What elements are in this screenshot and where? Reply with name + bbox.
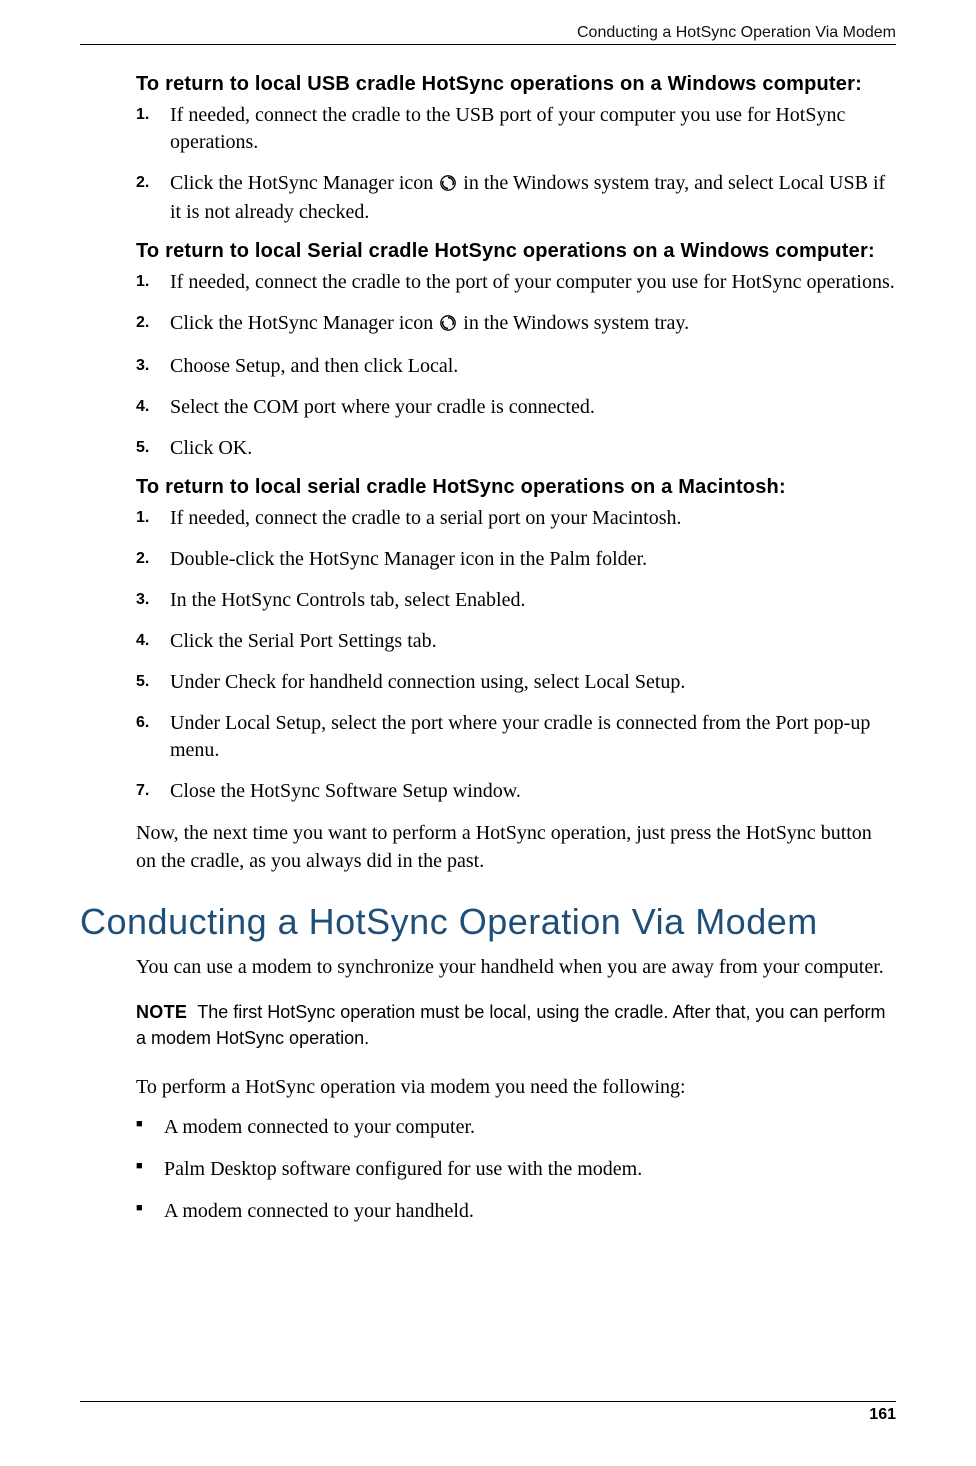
footer-rule xyxy=(80,1401,896,1402)
step-item: Choose Setup, and then click Local. xyxy=(136,353,896,380)
running-header: Conducting a HotSync Operation Via Modem xyxy=(80,24,896,42)
step-item: Click the HotSync Manager icon in the Wi… xyxy=(136,170,896,226)
step-text-part: Click the HotSync Manager icon xyxy=(170,172,438,194)
step-item: Close the HotSync Software Setup window. xyxy=(136,778,896,805)
step-item: Double-click the HotSync Manager icon in… xyxy=(136,546,896,573)
requirements-list: A modem connected to your computer. Palm… xyxy=(136,1113,896,1225)
step-item: Select the COM port where your cradle is… xyxy=(136,394,896,421)
page-content: To return to local USB cradle HotSync op… xyxy=(136,73,896,1225)
procedure-steps-usb-windows: If needed, connect the cradle to the USB… xyxy=(136,102,896,226)
hotsync-icon xyxy=(440,312,456,339)
bullet-lead-in: To perform a HotSync operation via modem… xyxy=(136,1073,896,1101)
procedure-heading-usb-windows: To return to local USB cradle HotSync op… xyxy=(136,73,896,96)
page-number: 161 xyxy=(80,1406,896,1424)
step-text-part: in the Windows system tray. xyxy=(463,312,689,334)
hotsync-icon xyxy=(440,172,456,199)
page: Conducting a HotSync Operation Via Modem… xyxy=(0,0,976,1466)
step-item: If needed, connect the cradle to the USB… xyxy=(136,102,896,156)
closing-paragraph: Now, the next time you want to perform a… xyxy=(136,819,896,875)
step-item: If needed, connect the cradle to the por… xyxy=(136,269,896,296)
procedure-steps-serial-mac: If needed, connect the cradle to a seria… xyxy=(136,505,896,805)
note-block: NOTEThe first HotSync operation must be … xyxy=(136,999,896,1051)
step-item: Under Local Setup, select the port where… xyxy=(136,710,896,764)
procedure-heading-serial-mac: To return to local serial cradle HotSync… xyxy=(136,476,896,499)
page-footer: 161 xyxy=(80,1401,896,1424)
step-item: If needed, connect the cradle to a seria… xyxy=(136,505,896,532)
step-item: In the HotSync Controls tab, select Enab… xyxy=(136,587,896,614)
note-text: The first HotSync operation must be loca… xyxy=(136,1002,886,1048)
list-item: A modem connected to your handheld. xyxy=(136,1197,896,1225)
step-text-part: Click the HotSync Manager icon xyxy=(170,312,438,334)
step-item: Click the Serial Port Settings tab. xyxy=(136,628,896,655)
procedure-heading-serial-windows: To return to local Serial cradle HotSync… xyxy=(136,240,896,263)
procedure-steps-serial-windows: If needed, connect the cradle to the por… xyxy=(136,269,896,462)
step-item: Click the HotSync Manager icon in the Wi… xyxy=(136,310,896,339)
step-item: Under Check for handheld connection usin… xyxy=(136,669,896,696)
note-label: NOTE xyxy=(136,1002,187,1022)
step-item: Click OK. xyxy=(136,435,896,462)
section-intro: You can use a modem to synchronize your … xyxy=(136,953,896,981)
list-item: Palm Desktop software configured for use… xyxy=(136,1155,896,1183)
section-title: Conducting a HotSync Operation Via Modem xyxy=(80,901,896,943)
list-item: A modem connected to your computer. xyxy=(136,1113,896,1141)
header-rule xyxy=(80,44,896,45)
